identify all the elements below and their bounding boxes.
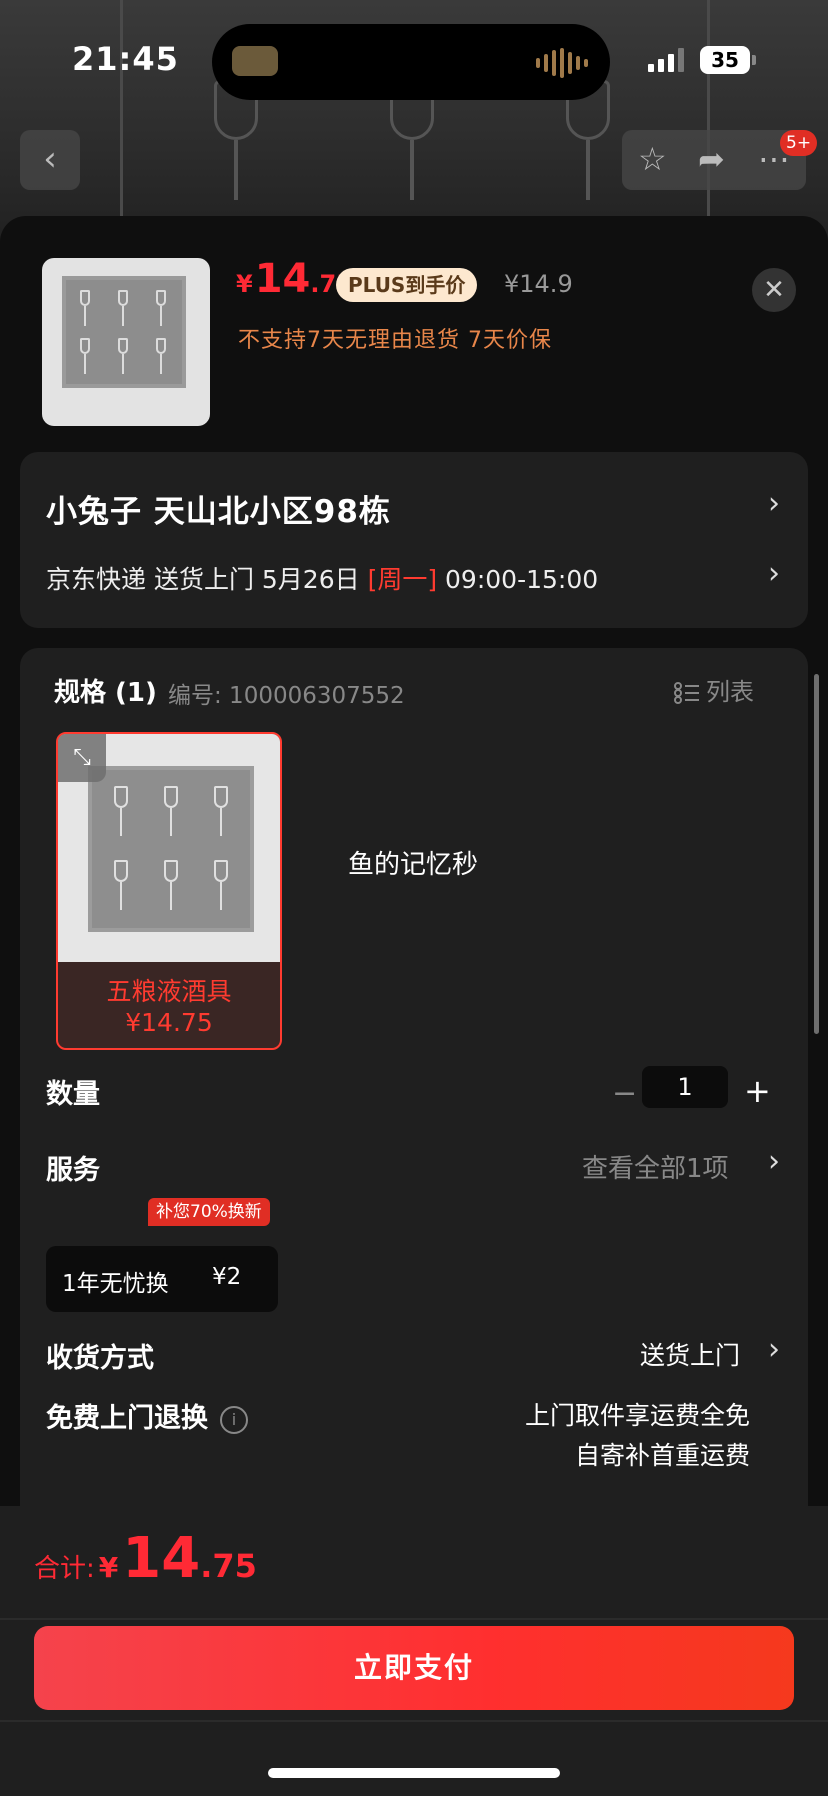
battery-tip xyxy=(752,55,756,65)
expand-icon[interactable]: ⤡ xyxy=(58,734,106,782)
free-return-info: 上门取件享运费全免 自寄补首重运费 xyxy=(525,1396,750,1476)
share-icon[interactable]: ➦ xyxy=(698,140,725,178)
nav-actions: ☆ ➦ ⋯ xyxy=(622,130,806,190)
status-bar: 21:45 35 xyxy=(0,0,828,120)
battery-icon: 35 xyxy=(700,46,750,74)
home-indicator[interactable] xyxy=(268,1768,560,1778)
total-price: 合计: ¥ 14 .75 xyxy=(34,1526,257,1591)
media-thumbnail xyxy=(232,46,278,76)
spec-side-note: 鱼的记忆秒 xyxy=(348,850,479,880)
service-item-price: ¥2 xyxy=(212,1264,242,1290)
info-icon[interactable]: i xyxy=(220,1405,248,1434)
scrollbar[interactable] xyxy=(814,674,819,1034)
address-card[interactable]: 小兔子 天山北小区98栋 › 京东快递 送货上门 5月26日 [周一] 09:0… xyxy=(20,452,808,628)
total-label: 合计: xyxy=(34,1554,95,1584)
divider xyxy=(0,1618,828,1620)
price-symbol: ¥ xyxy=(236,270,253,298)
back-button[interactable]: ‹ xyxy=(20,130,80,190)
shipping-method-value[interactable]: 送货上门 xyxy=(640,1336,740,1372)
option-name: 五粮液酒具 xyxy=(106,977,232,1006)
option-price: ¥14.75 xyxy=(125,1008,213,1037)
address-line: 小兔子 天山北小区98栋 xyxy=(46,494,391,530)
audio-wave-icon xyxy=(536,48,588,78)
product-code: 编号: 100006307552 xyxy=(168,683,405,709)
list-icon xyxy=(674,682,699,704)
star-icon[interactable]: ☆ xyxy=(638,140,667,178)
delivery-day: [周一] xyxy=(367,565,438,594)
return-policy-note: 不支持7天无理由退货 7天价保 xyxy=(238,328,552,353)
quantity-plus-button[interactable]: + xyxy=(744,1072,771,1110)
spec-option-selected[interactable]: ⤡ 五粮液酒具 ¥14.75 xyxy=(56,732,282,1050)
signal-icon xyxy=(648,48,684,72)
total-decimal: .75 xyxy=(200,1547,257,1585)
original-price: ¥14.9 xyxy=(504,270,573,298)
list-view-button[interactable]: 列表 xyxy=(674,672,754,707)
free-return-label: 免费上门退换 xyxy=(46,1403,208,1434)
service-item-label: 1年无忧换 xyxy=(62,1271,169,1297)
service-promo-badge: 补您70%换新 xyxy=(148,1198,270,1226)
close-icon[interactable]: ✕ xyxy=(752,268,796,312)
spec-title: 规格 (1) xyxy=(54,678,157,708)
free-return-line2: 自寄补首重运费 xyxy=(574,1441,750,1470)
product-image xyxy=(62,276,186,388)
price-integer: 14 xyxy=(254,256,311,302)
service-label: 服务 xyxy=(46,1155,100,1186)
chevron-right-icon: › xyxy=(768,1144,780,1179)
delivery-prefix: 京东快递 送货上门 5月26日 xyxy=(46,565,368,594)
delivery-info[interactable]: 京东快递 送货上门 5月26日 [周一] 09:00-15:00 xyxy=(46,560,598,596)
quantity-input[interactable]: 1 xyxy=(642,1066,728,1108)
quantity-minus-button[interactable]: − xyxy=(612,1076,637,1111)
total-symbol: ¥ xyxy=(98,1551,119,1584)
free-return-row: 免费上门退换 i xyxy=(46,1396,248,1435)
view-all-services-link[interactable]: 查看全部1项 xyxy=(582,1148,729,1185)
pay-now-button[interactable]: 立即支付 xyxy=(34,1626,794,1710)
shipping-label: 收货方式 xyxy=(46,1343,154,1374)
checkout-footer: 合计: ¥ 14 .75 立即支付 xyxy=(0,1506,828,1796)
product-thumbnail xyxy=(42,258,210,426)
plus-price-tag: PLUS到手价 xyxy=(336,268,478,302)
service-option[interactable]: 1年无忧换 ¥2 xyxy=(46,1246,278,1312)
chevron-right-icon: › xyxy=(768,1332,780,1367)
list-label: 列表 xyxy=(706,678,754,706)
dynamic-island xyxy=(212,24,610,100)
divider xyxy=(0,1720,828,1722)
quantity-label: 数量 xyxy=(46,1079,100,1110)
chevron-right-icon: › xyxy=(768,486,780,521)
total-integer: 14 xyxy=(122,1526,201,1591)
status-time: 21:45 xyxy=(72,40,179,78)
chevron-right-icon: › xyxy=(768,556,780,591)
delivery-time: 09:00-15:00 xyxy=(437,565,599,594)
free-return-line1: 上门取件享运费全免 xyxy=(524,1401,750,1430)
message-badge: 5+ xyxy=(780,130,818,156)
